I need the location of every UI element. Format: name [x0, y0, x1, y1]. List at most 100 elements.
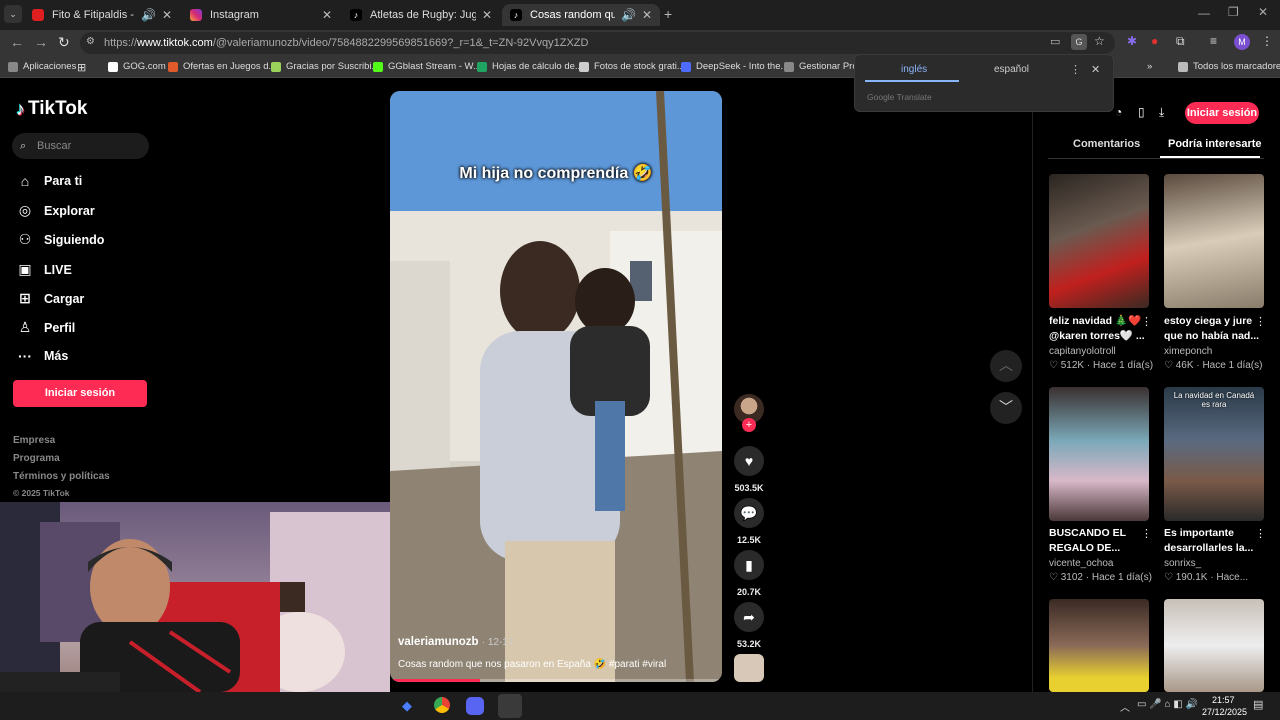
activity-icon[interactable]: ◔: [1115, 105, 1122, 119]
restore-button[interactable]: ❐: [1228, 5, 1239, 19]
star-icon[interactable]: ☆: [1094, 34, 1105, 48]
footer-link-terminos[interactable]: Términos y políticas: [13, 471, 110, 482]
bookmark-apps[interactable]: Aplicaciones: [8, 61, 76, 72]
footer-link-empresa[interactable]: Empresa: [13, 435, 55, 446]
taskbar-date[interactable]: 27/12/2025: [1202, 707, 1247, 717]
tab-search-button[interactable]: ⌄: [4, 5, 22, 23]
tab-1[interactable]: Fito & Fitipaldis - Me equivo 🔊 ✕: [24, 4, 180, 26]
nav-mas[interactable]: ··· Más: [16, 348, 68, 364]
all-bookmarks[interactable]: Todos los marcadores: [1178, 61, 1280, 72]
tray-icons[interactable]: ▭ 🎤 ⌂ ◧ 🔊: [1137, 699, 1198, 710]
bookmark-gracias[interactable]: Gracias por Suscribi...: [271, 61, 379, 72]
suggested-caption-2[interactable]: estoy ciega y jure que no había nad...: [1164, 314, 1264, 344]
bookmark-fotos[interactable]: Fotos de stock grati...: [579, 61, 685, 72]
more-options-icon[interactable]: ⋮: [1141, 315, 1152, 328]
progress-track[interactable]: [390, 679, 722, 682]
minimize-button[interactable]: —: [1198, 6, 1210, 20]
more-options-icon[interactable]: ⋮: [1141, 527, 1152, 540]
suggested-author-2[interactable]: ximeponch: [1164, 346, 1212, 357]
footer-link-programa[interactable]: Programa: [13, 453, 60, 464]
suggested-author-4[interactable]: sonrixs_: [1164, 558, 1201, 569]
video-player[interactable]: Mi hija no comprendía 🤣 valeriamunozb · …: [390, 91, 722, 682]
discord-icon[interactable]: [466, 697, 484, 715]
back-icon[interactable]: ←: [10, 34, 24, 50]
video-author[interactable]: valeriamunozb · 12-17: [398, 636, 513, 648]
avatar[interactable]: M: [1234, 34, 1250, 50]
close-tab-icon[interactable]: ✕: [162, 8, 172, 22]
suggested-thumb-4[interactable]: La navidad en Canadá es rara: [1164, 387, 1264, 521]
bookmark-ofertas[interactable]: Ofertas en Juegos d...: [168, 61, 276, 72]
site-info-icon[interactable]: ⚙: [86, 36, 95, 47]
suggested-caption-4[interactable]: Es importante desarrollarles la...: [1164, 526, 1264, 556]
close-tab-icon[interactable]: ✕: [482, 8, 492, 22]
close-tab-icon[interactable]: ✕: [322, 8, 332, 22]
comment-button[interactable]: 💬 12.5K: [734, 498, 764, 545]
bookmark-deepseek[interactable]: DeepSeek - Into the...: [681, 61, 788, 72]
app-icon[interactable]: ◆: [402, 698, 412, 714]
extension-icon[interactable]: ●: [1151, 34, 1158, 48]
translate-icon[interactable]: G: [1071, 34, 1087, 50]
sound-avatar[interactable]: [734, 654, 764, 682]
previous-video-button[interactable]: ︿: [990, 350, 1022, 382]
close-tab-icon[interactable]: ✕: [642, 8, 652, 22]
tab-podria-interesarte[interactable]: Podría interesarte: [1168, 138, 1262, 150]
tab-3[interactable]: ♪ Atletas de Rugby: Jugadoras Pr ✕: [342, 4, 500, 26]
like-button[interactable]: ♥ 503.5K: [734, 446, 764, 493]
suggested-thumb-1[interactable]: [1049, 174, 1149, 308]
login-button[interactable]: Iniciar sesión: [13, 380, 147, 407]
obs-icon[interactable]: [498, 694, 522, 718]
bookmark-ggblast[interactable]: GGblast Stream - W...: [373, 61, 481, 72]
grid-icon[interactable]: ⊞: [77, 61, 86, 74]
suggested-caption-1[interactable]: feliz navidad 🎄❤️ @karen torres🤍 ...: [1049, 314, 1149, 344]
suggested-thumb-2[interactable]: [1164, 174, 1264, 308]
more-options-icon[interactable]: ⋮: [1255, 315, 1266, 328]
cast-icon[interactable]: ▭: [1050, 35, 1060, 48]
tiktok-logo[interactable]: ♪ TikTok: [16, 98, 87, 120]
suggested-thumb-6[interactable]: [1164, 599, 1264, 692]
more-options-icon[interactable]: ⋮: [1255, 527, 1266, 540]
suggested-thumb-5[interactable]: [1049, 599, 1149, 692]
nav-live[interactable]: ▣ LIVE: [16, 261, 71, 278]
download-icon[interactable]: ⤓: [1159, 105, 1164, 120]
suggested-author-1[interactable]: capitanyolotroll: [1049, 346, 1116, 357]
taskbar-time[interactable]: 21:57: [1212, 695, 1235, 705]
suggested-author-3[interactable]: vicente_ochoa: [1049, 558, 1114, 569]
nav-para-ti[interactable]: ⌂ Para ti: [16, 173, 82, 189]
tray-chevron-icon[interactable]: ︿: [1120, 699, 1130, 714]
nav-explorar[interactable]: ◎ Explorar: [16, 202, 95, 219]
nav-perfil[interactable]: ♙ Perfil: [16, 319, 76, 336]
reload-icon[interactable]: ↻: [58, 34, 70, 51]
translate-menu-icon[interactable]: ⋮: [1070, 63, 1081, 76]
next-video-button[interactable]: ﹀: [990, 392, 1022, 424]
translate-lang-to[interactable]: español: [994, 64, 1029, 75]
suggested-caption-3[interactable]: BUSCANDO EL REGALO DE...: [1049, 526, 1149, 556]
right-login-button[interactable]: Iniciar sesión: [1185, 102, 1259, 124]
new-tab-button[interactable]: +: [664, 6, 672, 22]
translate-close-icon[interactable]: ✕: [1091, 63, 1100, 76]
close-window-button[interactable]: ✕: [1258, 5, 1268, 19]
media-icon[interactable]: ≡: [1210, 34, 1217, 48]
nav-cargar[interactable]: ⊞ Cargar: [16, 290, 84, 307]
tab-comentarios[interactable]: Comentarios: [1073, 138, 1140, 150]
more-bookmarks-icon[interactable]: »: [1147, 61, 1152, 72]
tab-2[interactable]: Instagram ✕: [182, 4, 340, 26]
follow-plus-icon[interactable]: +: [742, 418, 756, 432]
tab-4-active[interactable]: ♪ Cosas random que nos pas 🔊 ✕: [502, 4, 660, 26]
suggested-thumb-3[interactable]: [1049, 387, 1149, 521]
bookmark-gog[interactable]: GOG.com: [108, 61, 166, 72]
url-input[interactable]: https://www.tiktok.com/@valeriamunozb/vi…: [80, 32, 1115, 54]
creator-avatar[interactable]: +: [734, 394, 764, 432]
chrome-icon[interactable]: [434, 697, 450, 713]
puzzle-icon[interactable]: ⧉: [1176, 34, 1185, 49]
menu-icon[interactable]: ⋮: [1261, 34, 1273, 48]
notification-icon[interactable]: ▤: [1253, 698, 1263, 711]
extension-icon[interactable]: ✱: [1127, 34, 1137, 48]
forward-icon[interactable]: →: [34, 34, 48, 50]
save-button[interactable]: ▮ 20.7K: [734, 550, 764, 597]
translate-lang-from[interactable]: inglés: [901, 64, 927, 75]
search-input[interactable]: ⌕ Buscar: [12, 133, 149, 159]
device-icon[interactable]: ▯: [1138, 105, 1145, 119]
share-button[interactable]: ➦ 53.2K: [734, 602, 764, 649]
bookmark-sheets[interactable]: Hojas de cálculo de...: [477, 61, 583, 72]
nav-siguiendo[interactable]: ⚇ Siguiendo: [16, 231, 105, 248]
